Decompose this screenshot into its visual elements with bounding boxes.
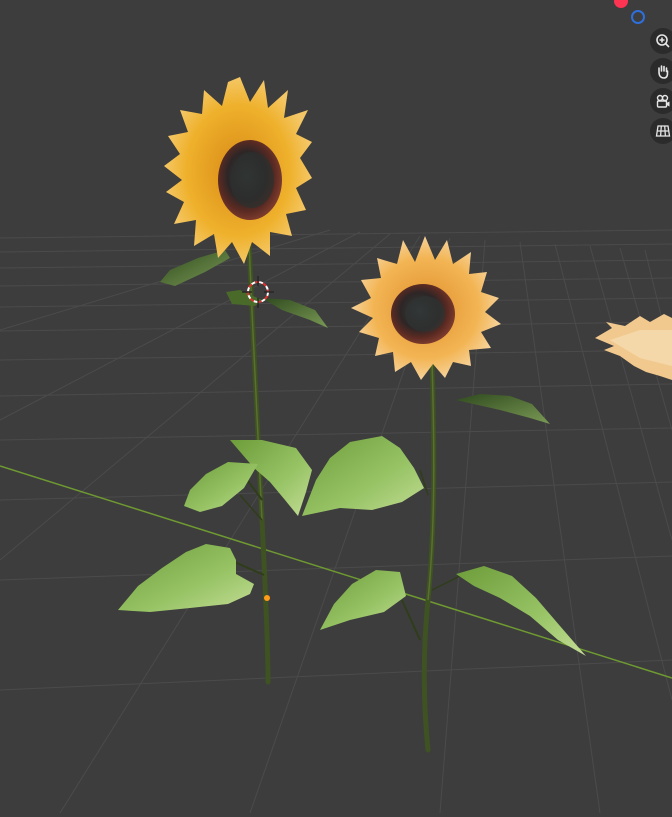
zoom-icon [655, 33, 671, 49]
pan-button[interactable] [650, 58, 672, 84]
origin-marker [264, 595, 270, 601]
perspective-toggle-button[interactable] [650, 118, 672, 144]
3d-viewport[interactable] [0, 0, 672, 814]
gizmo-y-axis-icon[interactable] [631, 10, 645, 24]
sunflower-right[interactable] [302, 357, 586, 753]
sunflower-edge-partial[interactable] [595, 314, 672, 380]
camera-view-button[interactable] [650, 88, 672, 114]
sunflower-right-head[interactable] [351, 236, 501, 380]
sunflower-left[interactable] [118, 217, 328, 685]
grid-icon [655, 123, 671, 139]
viewport-canvas[interactable] [0, 0, 672, 814]
camera-icon [655, 93, 671, 109]
viewport-grid [0, 229, 672, 814]
zoom-button[interactable] [650, 28, 672, 54]
hand-icon [655, 63, 671, 79]
